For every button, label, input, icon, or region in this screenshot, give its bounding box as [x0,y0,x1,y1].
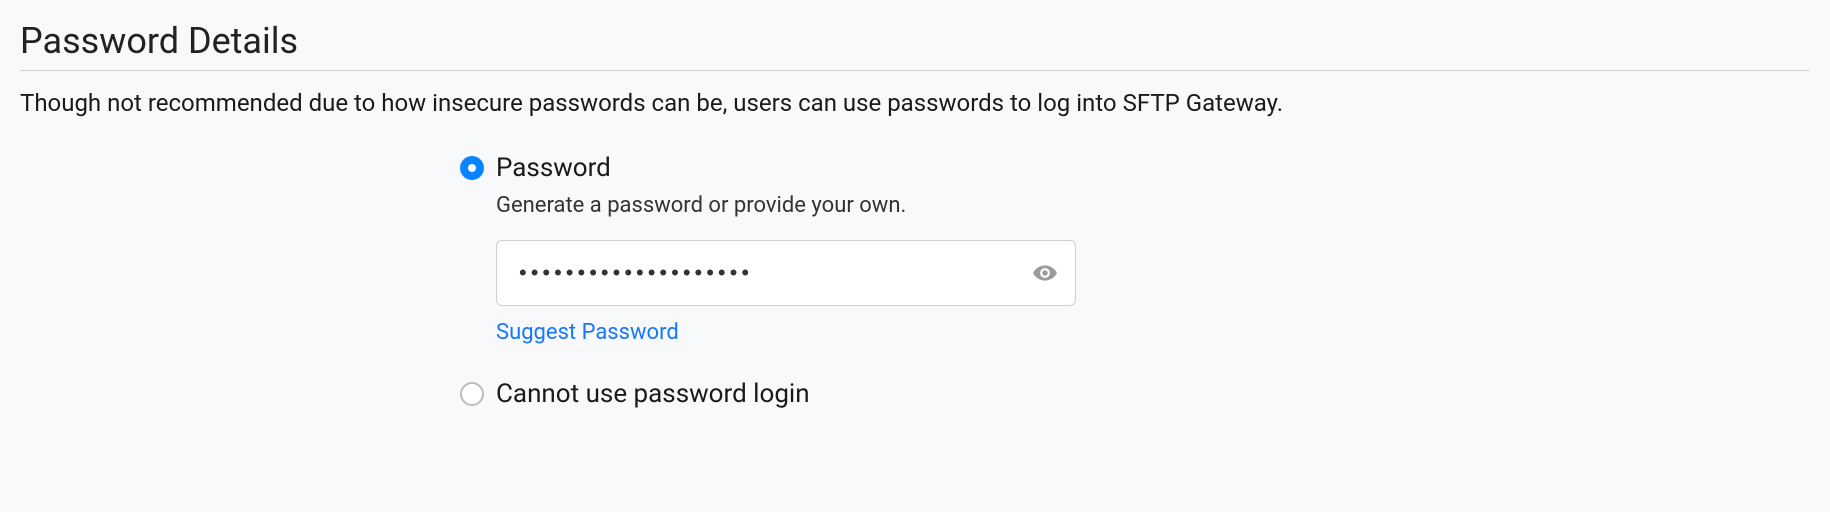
password-helper-text: Generate a password or provide your own. [496,193,1810,218]
toggle-visibility-button[interactable] [1030,258,1060,288]
radio-label-cannot: Cannot use password login [496,379,810,409]
password-input[interactable] [496,240,1076,306]
radio-label-password: Password [496,153,611,183]
password-input-wrap [496,240,1076,306]
section-description: Though not recommended due to how insecu… [20,89,1810,117]
radio-unselected-icon [460,382,484,406]
section-title: Password Details [20,20,1810,71]
suggest-password-link[interactable]: Suggest Password [496,320,679,345]
password-sub-block: Generate a password or provide your own.… [496,193,1810,345]
radio-option-password[interactable]: Password [460,153,1810,183]
eye-icon [1032,260,1058,286]
password-options-group: Password Generate a password or provide … [460,153,1810,409]
radio-option-cannot[interactable]: Cannot use password login [460,379,1810,409]
radio-selected-icon [460,156,484,180]
